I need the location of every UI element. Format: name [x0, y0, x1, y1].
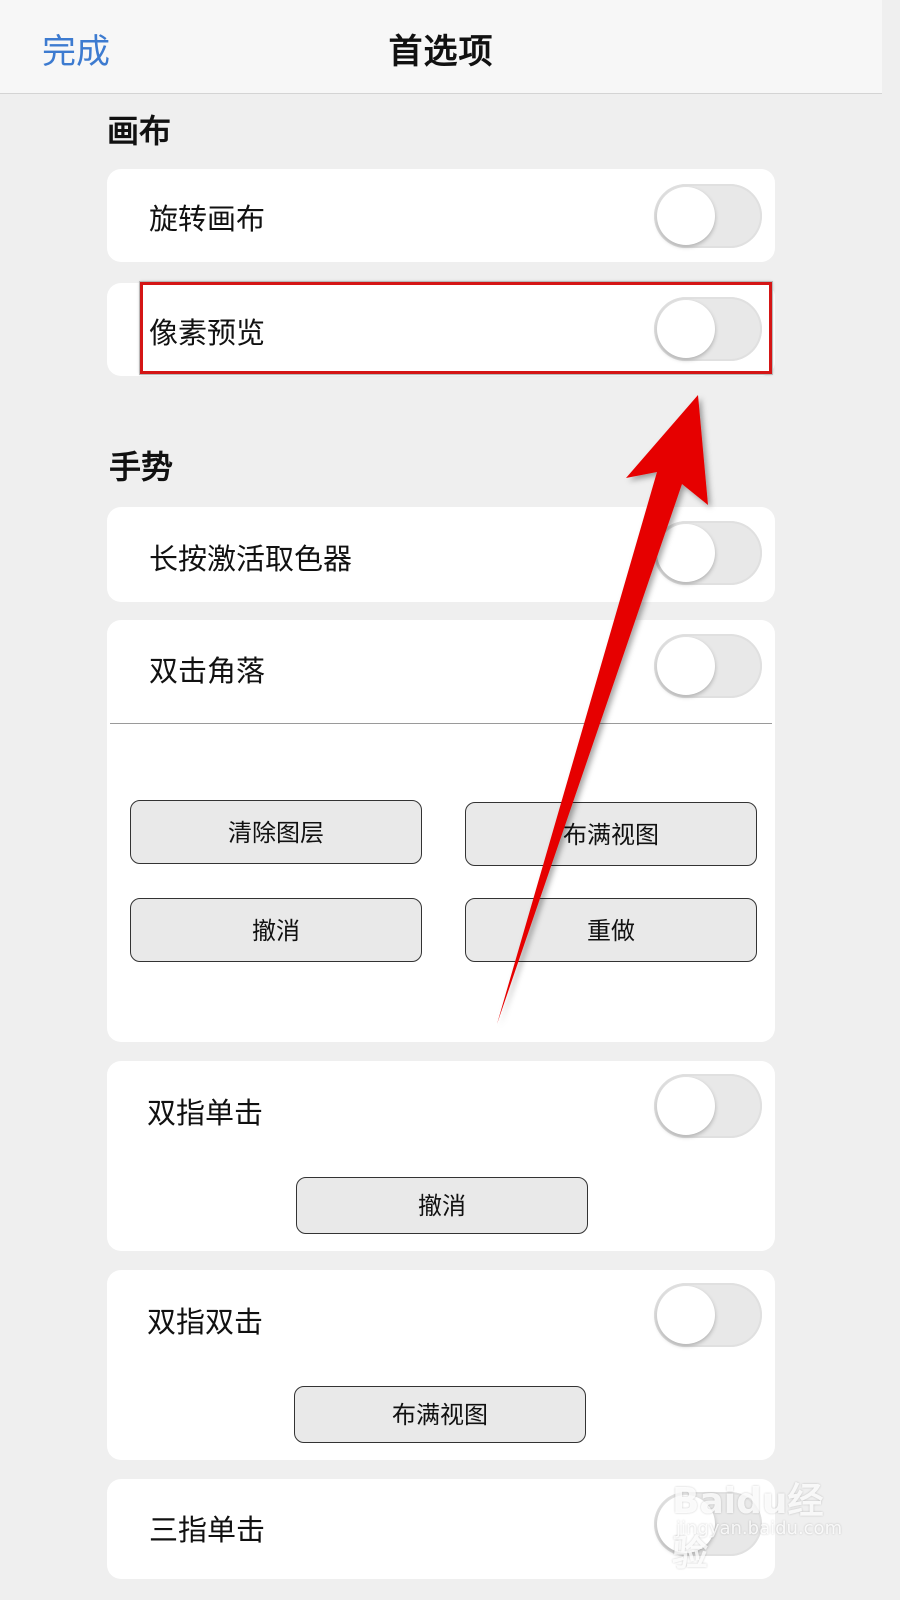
watermark-url: jingyan.baidu.com [676, 1518, 843, 1539]
baidu-watermark: Baidu经验 jingyan.baidu.com [672, 1470, 843, 1574]
red-arrow-icon [497, 395, 708, 1024]
